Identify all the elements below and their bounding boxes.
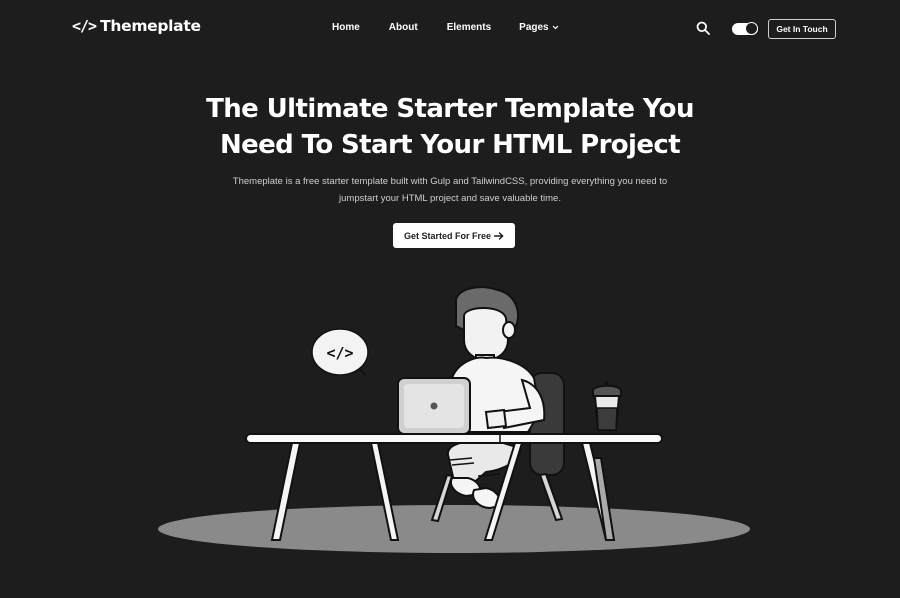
nav-link-elements[interactable]: Elements	[447, 22, 491, 33]
main-menu: Home About Elements Pages	[332, 22, 559, 33]
arrow-right-icon	[494, 231, 504, 240]
top-navbar: </> Themeplate Home About Elements Pages…	[0, 0, 900, 58]
nav-link-about[interactable]: About	[389, 22, 418, 33]
hero-title: The Ultimate Starter Template You Need T…	[0, 91, 900, 163]
chevron-down-icon	[552, 25, 559, 30]
nav-link-pages[interactable]: Pages	[519, 22, 559, 33]
hero-subtitle-line-1: Themeplate is a free starter template bu…	[232, 176, 668, 187]
speech-bubble-code: </>	[326, 344, 353, 362]
table-top	[245, 433, 663, 444]
hero-subtitle: Themeplate is a free starter template bu…	[0, 173, 900, 207]
get-started-button[interactable]: Get Started For Free	[393, 223, 515, 248]
hero-title-line-2: Need To Start Your HTML Project	[219, 130, 681, 160]
floor-shadow	[158, 505, 750, 553]
logo-code-icon: </>	[72, 17, 97, 35]
laptop-icon	[397, 377, 471, 435]
toggle-knob-icon	[745, 22, 758, 35]
logo-text: Themeplate	[100, 17, 201, 35]
get-in-touch-button[interactable]: Get In Touch	[768, 19, 836, 39]
hero-subtitle-line-2: jumpstart your HTML project and save val…	[339, 193, 561, 204]
dark-mode-toggle[interactable]	[732, 22, 758, 35]
speech-bubble-icon: </>	[311, 328, 369, 376]
logo[interactable]: </> Themeplate	[72, 17, 201, 35]
cup-icon	[592, 380, 622, 431]
hero-title-line-1: The Ultimate Starter Template You	[206, 94, 694, 124]
get-started-label: Get Started For Free	[403, 230, 492, 241]
nav-link-pages-label: Pages	[519, 22, 549, 33]
nav-link-home[interactable]: Home	[332, 22, 360, 33]
search-icon[interactable]	[696, 21, 710, 35]
developer-illustration: </>	[158, 286, 750, 553]
laptop-logo-icon	[430, 402, 438, 410]
